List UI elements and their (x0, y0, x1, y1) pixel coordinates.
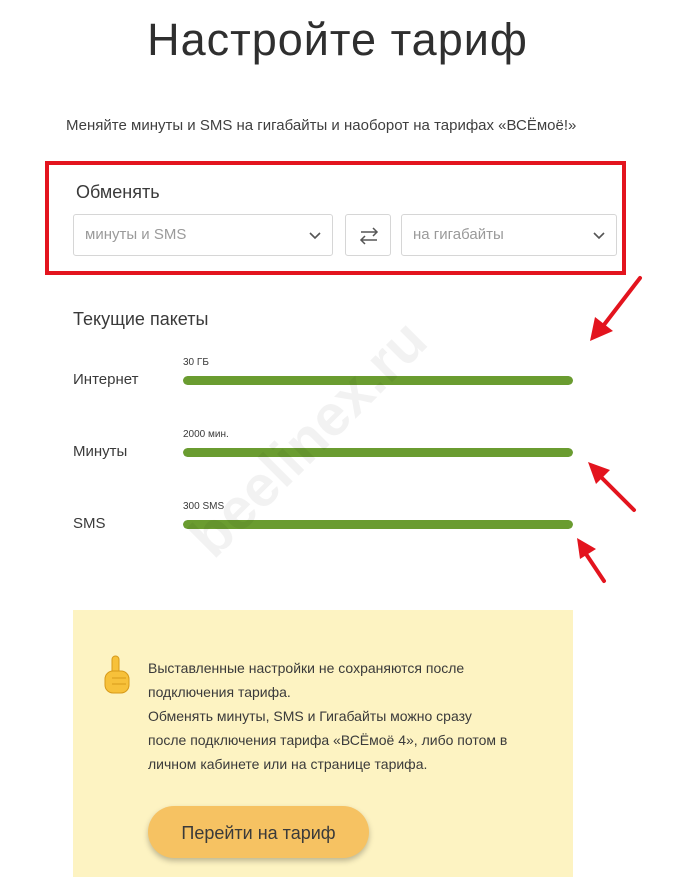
notice-line: подключения тарифа. (148, 684, 291, 700)
notice-box: Выставленные настройки не сохраняются по… (73, 610, 573, 877)
page-title: Настройте тариф (147, 14, 528, 65)
notice-line: Выставленные настройки не сохраняются по… (148, 660, 465, 676)
package-bar-fill-sms (183, 520, 573, 529)
chevron-down-icon (593, 232, 605, 240)
notice-text: Выставленные настройки не сохраняются по… (148, 656, 548, 776)
packages-heading: Текущие пакеты (73, 309, 209, 329)
go-to-tariff-button[interactable]: Перейти на тариф (148, 806, 369, 858)
chevron-down-icon (309, 232, 321, 240)
exchange-from-select[interactable]: минуты и SMS (73, 214, 333, 256)
exchange-to-value: на гигабайты (413, 226, 504, 243)
package-bar-sms (183, 520, 573, 529)
package-bar-fill-minutes (183, 448, 573, 457)
red-arrow-icon (588, 462, 636, 512)
package-bar-internet (183, 376, 573, 385)
package-value-internet: 30 ГБ (183, 357, 209, 368)
exchange-section-highlight: Обменять минуты и SMS на гигабайты (45, 161, 626, 275)
page-subtitle: Меняйте минуты и SMS на гигабайты и наоб… (66, 117, 577, 134)
swap-arrows-icon (359, 227, 379, 245)
notice-line: Обменять минуты, SMS и Гигабайты можно с… (148, 708, 472, 724)
package-label-minutes: Минуты (73, 443, 128, 460)
package-label-sms: SMS (73, 515, 106, 532)
package-value-minutes: 2000 мин. (183, 429, 229, 440)
exchange-to-select[interactable]: на гигабайты (401, 214, 617, 256)
exchange-label: Обменять (76, 182, 160, 202)
swap-button[interactable] (345, 214, 391, 256)
notice-line: личном кабинете или на странице тарифа. (148, 756, 428, 772)
package-value-sms: 300 SMS (183, 501, 225, 512)
pointing-hand-icon (104, 655, 130, 694)
package-bar-minutes (183, 448, 573, 457)
red-arrow-icon (590, 276, 642, 341)
notice-line: после подключения тарифа «ВСЁмоё 4», либ… (148, 732, 508, 748)
exchange-from-value: минуты и SMS (85, 226, 187, 243)
package-label-internet: Интернет (73, 371, 139, 388)
package-bar-fill-internet (183, 376, 573, 385)
red-arrow-icon (577, 538, 606, 583)
